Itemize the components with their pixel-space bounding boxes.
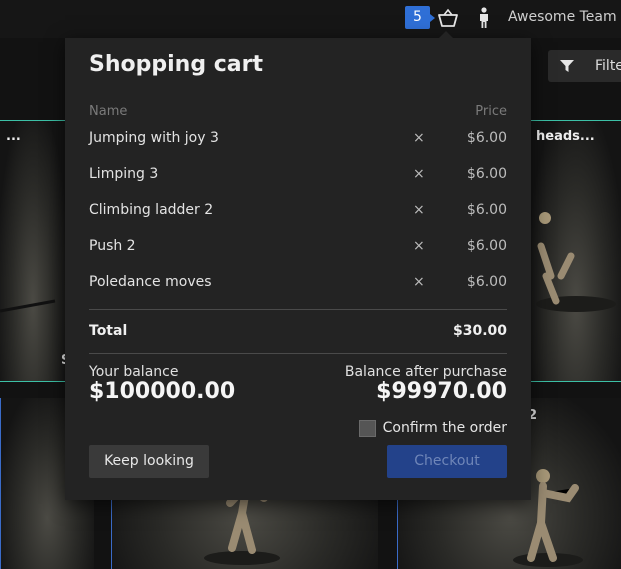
balance-label: Your balance (89, 364, 179, 380)
filter-label: Filte (595, 58, 621, 74)
confirm-order-checkbox[interactable]: Confirm the order (358, 419, 507, 437)
cart-item-price: $6.00 (466, 166, 507, 182)
column-header-price: Price (475, 104, 507, 119)
divider (89, 309, 507, 310)
close-icon[interactable]: × (413, 130, 425, 146)
confirm-order-label[interactable]: Confirm the order (383, 420, 507, 436)
cart-item-name: Jumping with joy 3 (89, 130, 219, 146)
top-bar: 5 Awesome Team (0, 0, 621, 38)
tile-title: ... (6, 129, 21, 144)
close-icon[interactable]: × (413, 238, 425, 254)
checkout-button[interactable]: Checkout (387, 445, 507, 478)
team-name[interactable]: Awesome Team (508, 9, 617, 25)
shopping-cart-popup: Shopping cart Name Price Jumping with jo… (65, 31, 531, 500)
close-icon[interactable]: × (413, 274, 425, 290)
animation-tile[interactable]: ... S (0, 120, 66, 382)
cart-item-row: Push 2 × $6.00 (89, 238, 507, 262)
column-header-name: Name (89, 104, 128, 119)
cart-item-price: $6.00 (466, 130, 507, 146)
total-value: $30.00 (452, 323, 507, 339)
filter-button[interactable]: Filte (548, 50, 621, 82)
cart-item-row: Climbing ladder 2 × $6.00 (89, 202, 507, 226)
keep-looking-button[interactable]: Keep looking (89, 445, 209, 478)
basket-icon[interactable] (437, 8, 459, 28)
tile-title: heads... (536, 129, 595, 144)
cart-item-row: Poledance moves × $6.00 (89, 274, 507, 298)
animation-tile[interactable]: heads... (531, 120, 621, 382)
cart-count-badge[interactable]: 5 (405, 6, 435, 29)
balance-value: $100000.00 (89, 379, 236, 404)
filter-icon (560, 60, 574, 72)
cart-item-name: Push 2 (89, 238, 136, 254)
divider (89, 353, 507, 354)
figure-shadow (0, 299, 56, 313)
popup-title: Shopping cart (89, 52, 263, 77)
cart-item-name: Climbing ladder 2 (89, 202, 214, 218)
figure-mannequin (536, 212, 616, 312)
cart-item-name: Limping 3 (89, 166, 159, 182)
balance-after-value: $99970.00 (376, 379, 507, 404)
cart-item-price: $6.00 (466, 238, 507, 254)
total-label: Total (89, 323, 128, 339)
person-icon[interactable] (476, 7, 492, 29)
checkbox-box[interactable] (358, 419, 376, 437)
cart-item-price: $6.00 (466, 274, 507, 290)
cart-item-row: Jumping with joy 3 × $6.00 (89, 130, 507, 154)
cart-item-row: Limping 3 × $6.00 (89, 166, 507, 190)
close-icon[interactable]: × (413, 202, 425, 218)
cart-item-price: $6.00 (466, 202, 507, 218)
close-icon[interactable]: × (413, 166, 425, 182)
cart-item-name: Poledance moves (89, 274, 212, 290)
balance-after-label: Balance after purchase (344, 364, 507, 380)
